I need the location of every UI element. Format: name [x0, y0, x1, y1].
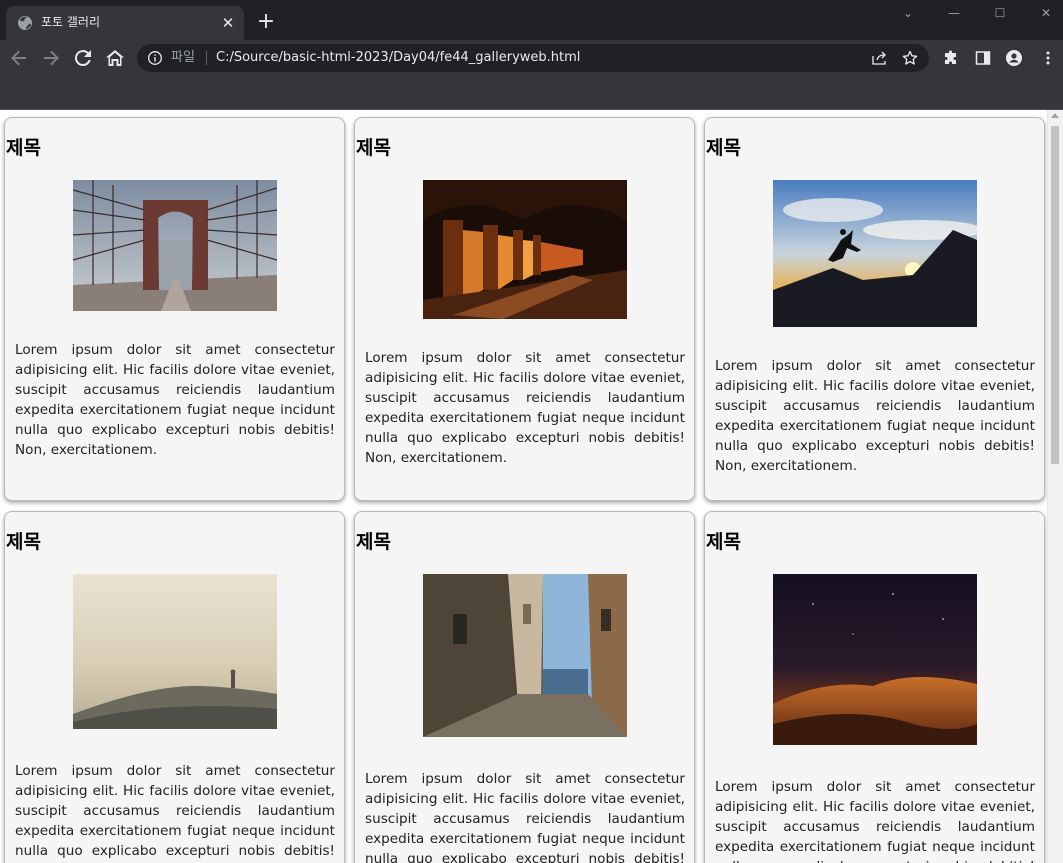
- gallery-card: 제목 Lorem ipsum dolor sit amet consectetu…: [354, 117, 695, 501]
- maximize-button[interactable]: ☐: [985, 4, 1015, 22]
- tab-title: 포토 갤러리: [41, 15, 101, 29]
- card-text: Lorem ipsum dolor sit amet consectetur a…: [15, 342, 335, 458]
- card-title: 제목: [356, 531, 391, 553]
- tab-close-button[interactable]: ✕: [220, 15, 236, 31]
- sunset-jump-photo: [773, 180, 977, 327]
- tab-strip: 포토 갤러리 ✕ + ⌄ — ☐ ✕: [0, 0, 1063, 40]
- bookmark-bar: [0, 76, 1063, 110]
- home-icon[interactable]: [103, 46, 127, 70]
- browser-tab[interactable]: 포토 갤러리 ✕: [6, 6, 244, 40]
- minimize-button[interactable]: —: [939, 4, 969, 22]
- new-tab-button[interactable]: +: [256, 11, 276, 33]
- card-title: 제목: [356, 137, 391, 159]
- address-divider: [206, 51, 207, 65]
- card-text: Lorem ipsum dolor sit amet consectetur a…: [715, 779, 1035, 863]
- card-title: 제목: [6, 137, 41, 159]
- gallery-card: 제목 Lorem ipsum dolor sit amet consectetu…: [4, 511, 345, 863]
- profile-icon[interactable]: [1006, 50, 1022, 66]
- close-window-button[interactable]: ✕: [1031, 4, 1061, 22]
- info-icon[interactable]: [147, 50, 163, 66]
- gallery-card: 제목 Lorem ipsum dolor sit amet consectetu…: [704, 117, 1045, 501]
- back-arrow-icon[interactable]: [7, 46, 31, 70]
- puzzle-icon[interactable]: [943, 50, 959, 66]
- reload-icon[interactable]: [71, 46, 95, 70]
- card-text: Lorem ipsum dolor sit amet consectetur a…: [365, 771, 685, 863]
- card-title: 제목: [6, 531, 41, 553]
- page-viewport: 제목 Lorem ipsum dolor sit amet consectetu…: [0, 110, 1063, 863]
- side-panel-icon[interactable]: [975, 50, 991, 66]
- foggy-hill-photo: [73, 574, 277, 729]
- brooklyn-bridge-photo: [73, 180, 277, 311]
- card-text: Lorem ipsum dolor sit amet consectetur a…: [715, 358, 1035, 474]
- address-url[interactable]: C:/Source/basic-html-2023/Day04/fe44_gal…: [216, 50, 580, 66]
- sea-alley-photo: [423, 574, 627, 737]
- browser-toolbar: 파일 C:/Source/basic-html-2023/Day04/fe44_…: [0, 40, 1063, 76]
- gallery-card: 제목 Lorem ipsum dolor sit amet consectetu…: [704, 511, 1045, 863]
- card-text: Lorem ipsum dolor sit amet consectetur a…: [15, 763, 335, 859]
- desert-night-photo: [773, 574, 977, 745]
- gallery-card: 제목 Lorem ipsum dolor sit amet consectetu…: [354, 511, 695, 863]
- arched-corridor-photo: [423, 180, 627, 319]
- card-title: 제목: [706, 531, 741, 553]
- card-title: 제목: [706, 137, 741, 159]
- globe-icon: [18, 16, 32, 30]
- more-vert-icon[interactable]: [1040, 50, 1056, 66]
- tab-search-button[interactable]: ⌄: [893, 4, 923, 22]
- scroll-up-arrow-icon[interactable]: [1051, 113, 1059, 118]
- forward-arrow-icon[interactable]: [39, 46, 63, 70]
- gallery-card: 제목 Lorem ipsum dolor sit amet consectetu…: [4, 117, 345, 501]
- scrollbar-thumb[interactable]: [1051, 126, 1059, 464]
- vertical-scrollbar[interactable]: [1047, 110, 1063, 863]
- address-scheme: 파일: [171, 50, 195, 65]
- address-bar[interactable]: 파일 C:/Source/basic-html-2023/Day04/fe44_…: [137, 44, 929, 72]
- card-text: Lorem ipsum dolor sit amet consectetur a…: [365, 350, 685, 466]
- share-icon[interactable]: [871, 50, 887, 66]
- star-icon[interactable]: [902, 50, 918, 66]
- gallery-grid: 제목 Lorem ipsum dolor sit amet consectetu…: [4, 117, 1046, 863]
